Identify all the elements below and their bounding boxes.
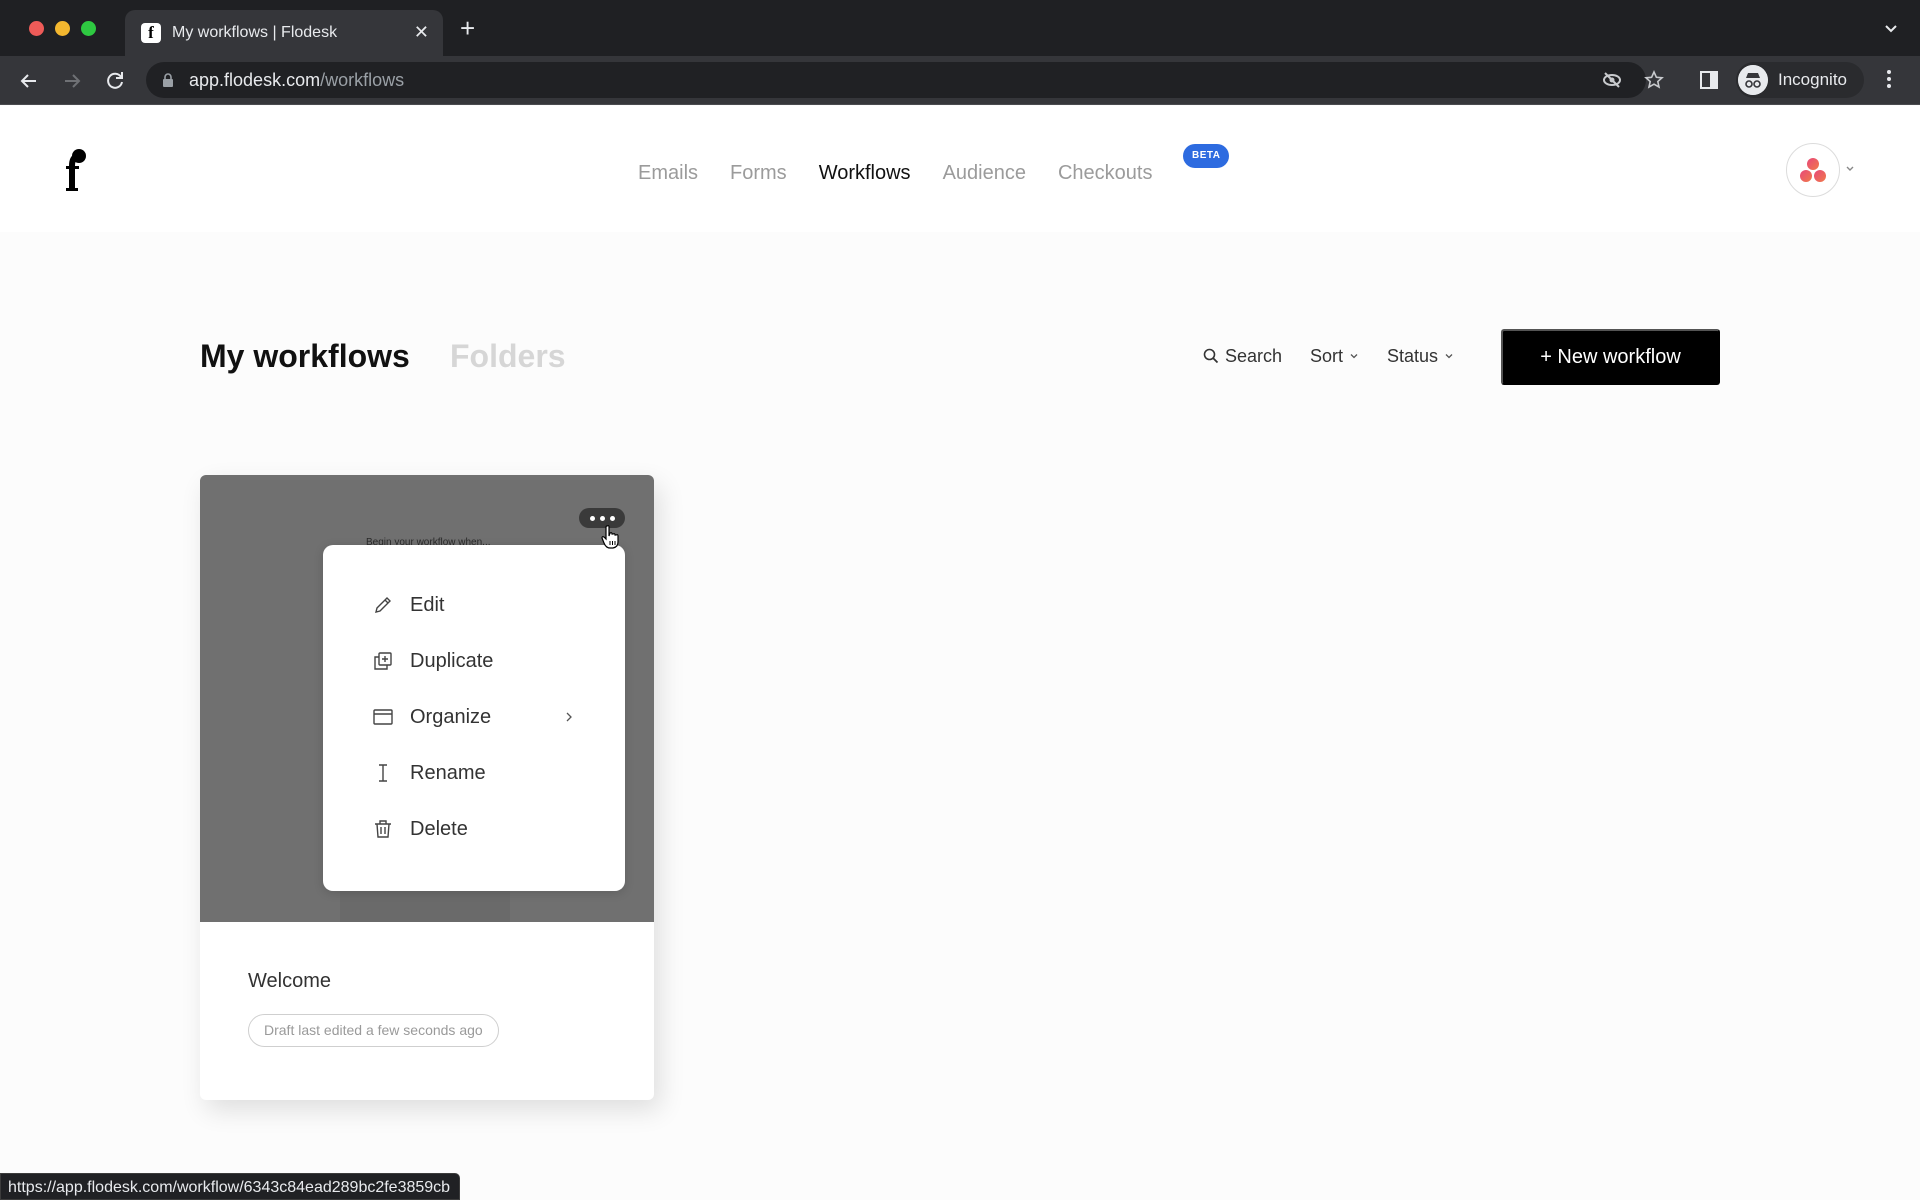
reload-icon[interactable] xyxy=(102,68,128,94)
nav-emails[interactable]: Emails xyxy=(638,158,698,188)
back-arrow-icon[interactable] xyxy=(16,68,42,94)
search-button[interactable]: Search xyxy=(1203,344,1282,368)
menu-item-edit[interactable]: Edit xyxy=(323,583,625,627)
workflow-context-menu: Edit Duplicate Organize Rename Delete xyxy=(323,545,625,891)
flodesk-logo-icon[interactable] xyxy=(63,148,87,192)
new-tab-button[interactable]: + xyxy=(460,15,475,41)
hand-pointer-cursor-icon xyxy=(601,525,619,549)
pencil-icon xyxy=(375,597,391,613)
chevron-down-icon xyxy=(1350,354,1358,359)
tab-close-icon[interactable]: ✕ xyxy=(414,22,429,42)
status-dropdown[interactable]: Status xyxy=(1387,344,1454,368)
menu-item-label: Duplicate xyxy=(410,650,494,672)
sort-dropdown[interactable]: Sort xyxy=(1310,344,1359,368)
search-icon xyxy=(1203,348,1219,364)
menu-item-rename[interactable]: Rename xyxy=(323,751,625,795)
folder-icon xyxy=(373,709,393,725)
link-status-bar: https://app.flodesk.com/workflow/6343c84… xyxy=(0,1173,461,1200)
lock-icon[interactable] xyxy=(162,73,174,87)
profile-label: Incognito xyxy=(1778,70,1847,89)
browser-tab[interactable]: f My workflows | Flodesk ✕ xyxy=(125,10,443,56)
tracking-protection-eye-off-icon[interactable] xyxy=(1602,70,1622,90)
flodesk-favicon-icon: f xyxy=(141,23,161,43)
nav-forms[interactable]: Forms xyxy=(730,158,787,188)
window-minimize-button[interactable] xyxy=(55,21,70,36)
account-chevron-down-icon[interactable] xyxy=(1845,164,1855,174)
account-avatar-button[interactable] xyxy=(1786,143,1840,197)
workflow-name: Welcome xyxy=(248,970,331,992)
main-nav: Emails Forms Workflows Audience Checkout… xyxy=(638,158,1152,188)
app-header: Emails Forms Workflows Audience Checkout… xyxy=(0,106,1920,232)
url-text[interactable]: app.flodesk.com/workflows xyxy=(189,70,404,90)
chevron-down-icon xyxy=(1445,354,1453,359)
incognito-icon xyxy=(1738,65,1768,95)
duplicate-icon xyxy=(374,652,392,670)
menu-item-label: Delete xyxy=(410,818,468,840)
status-label: Status xyxy=(1387,345,1439,366)
browser-menu-icon[interactable] xyxy=(1885,70,1893,92)
tab-title: My workflows | Flodesk xyxy=(172,24,338,41)
menu-item-label: Rename xyxy=(410,762,486,784)
side-panel-icon[interactable] xyxy=(1700,71,1718,89)
preview-step xyxy=(340,887,510,922)
trash-icon xyxy=(375,820,391,838)
text-cursor-icon xyxy=(379,764,387,782)
window-maximize-button[interactable] xyxy=(81,21,96,36)
menu-item-label: Organize xyxy=(410,706,492,728)
nav-workflows[interactable]: Workflows xyxy=(819,158,911,188)
status-badge: Draft last edited a few seconds ago xyxy=(248,1014,499,1047)
search-label: Search xyxy=(1225,345,1283,366)
chevron-right-icon xyxy=(566,712,572,722)
nav-checkouts[interactable]: Checkouts xyxy=(1058,158,1153,188)
page-title[interactable]: My workflows xyxy=(200,336,410,376)
beta-badge: BETA xyxy=(1183,144,1230,168)
window-close-button[interactable] xyxy=(29,21,44,36)
address-bar[interactable]: app.flodesk.com/workflows xyxy=(146,62,1664,98)
bookmark-star-icon[interactable] xyxy=(1644,70,1664,90)
folders-tab[interactable]: Folders xyxy=(450,336,566,376)
incognito-profile-button[interactable]: Incognito xyxy=(1736,62,1864,98)
forward-arrow-icon[interactable] xyxy=(59,68,85,94)
account-logo-icon xyxy=(1800,158,1826,182)
sort-label: Sort xyxy=(1310,345,1344,366)
menu-item-delete[interactable]: Delete xyxy=(323,807,625,851)
menu-item-duplicate[interactable]: Duplicate xyxy=(323,639,625,683)
menu-item-organize[interactable]: Organize xyxy=(323,695,625,739)
tab-search-chevron-icon[interactable] xyxy=(1884,22,1898,36)
new-workflow-button[interactable]: + New workflow xyxy=(1501,329,1720,385)
browser-toolbar: app.flodesk.com/workflows Incognito xyxy=(0,56,1920,105)
browser-tab-strip: f My workflows | Flodesk ✕ + xyxy=(0,0,1920,56)
menu-item-label: Edit xyxy=(410,594,445,616)
nav-audience[interactable]: Audience xyxy=(943,158,1026,188)
